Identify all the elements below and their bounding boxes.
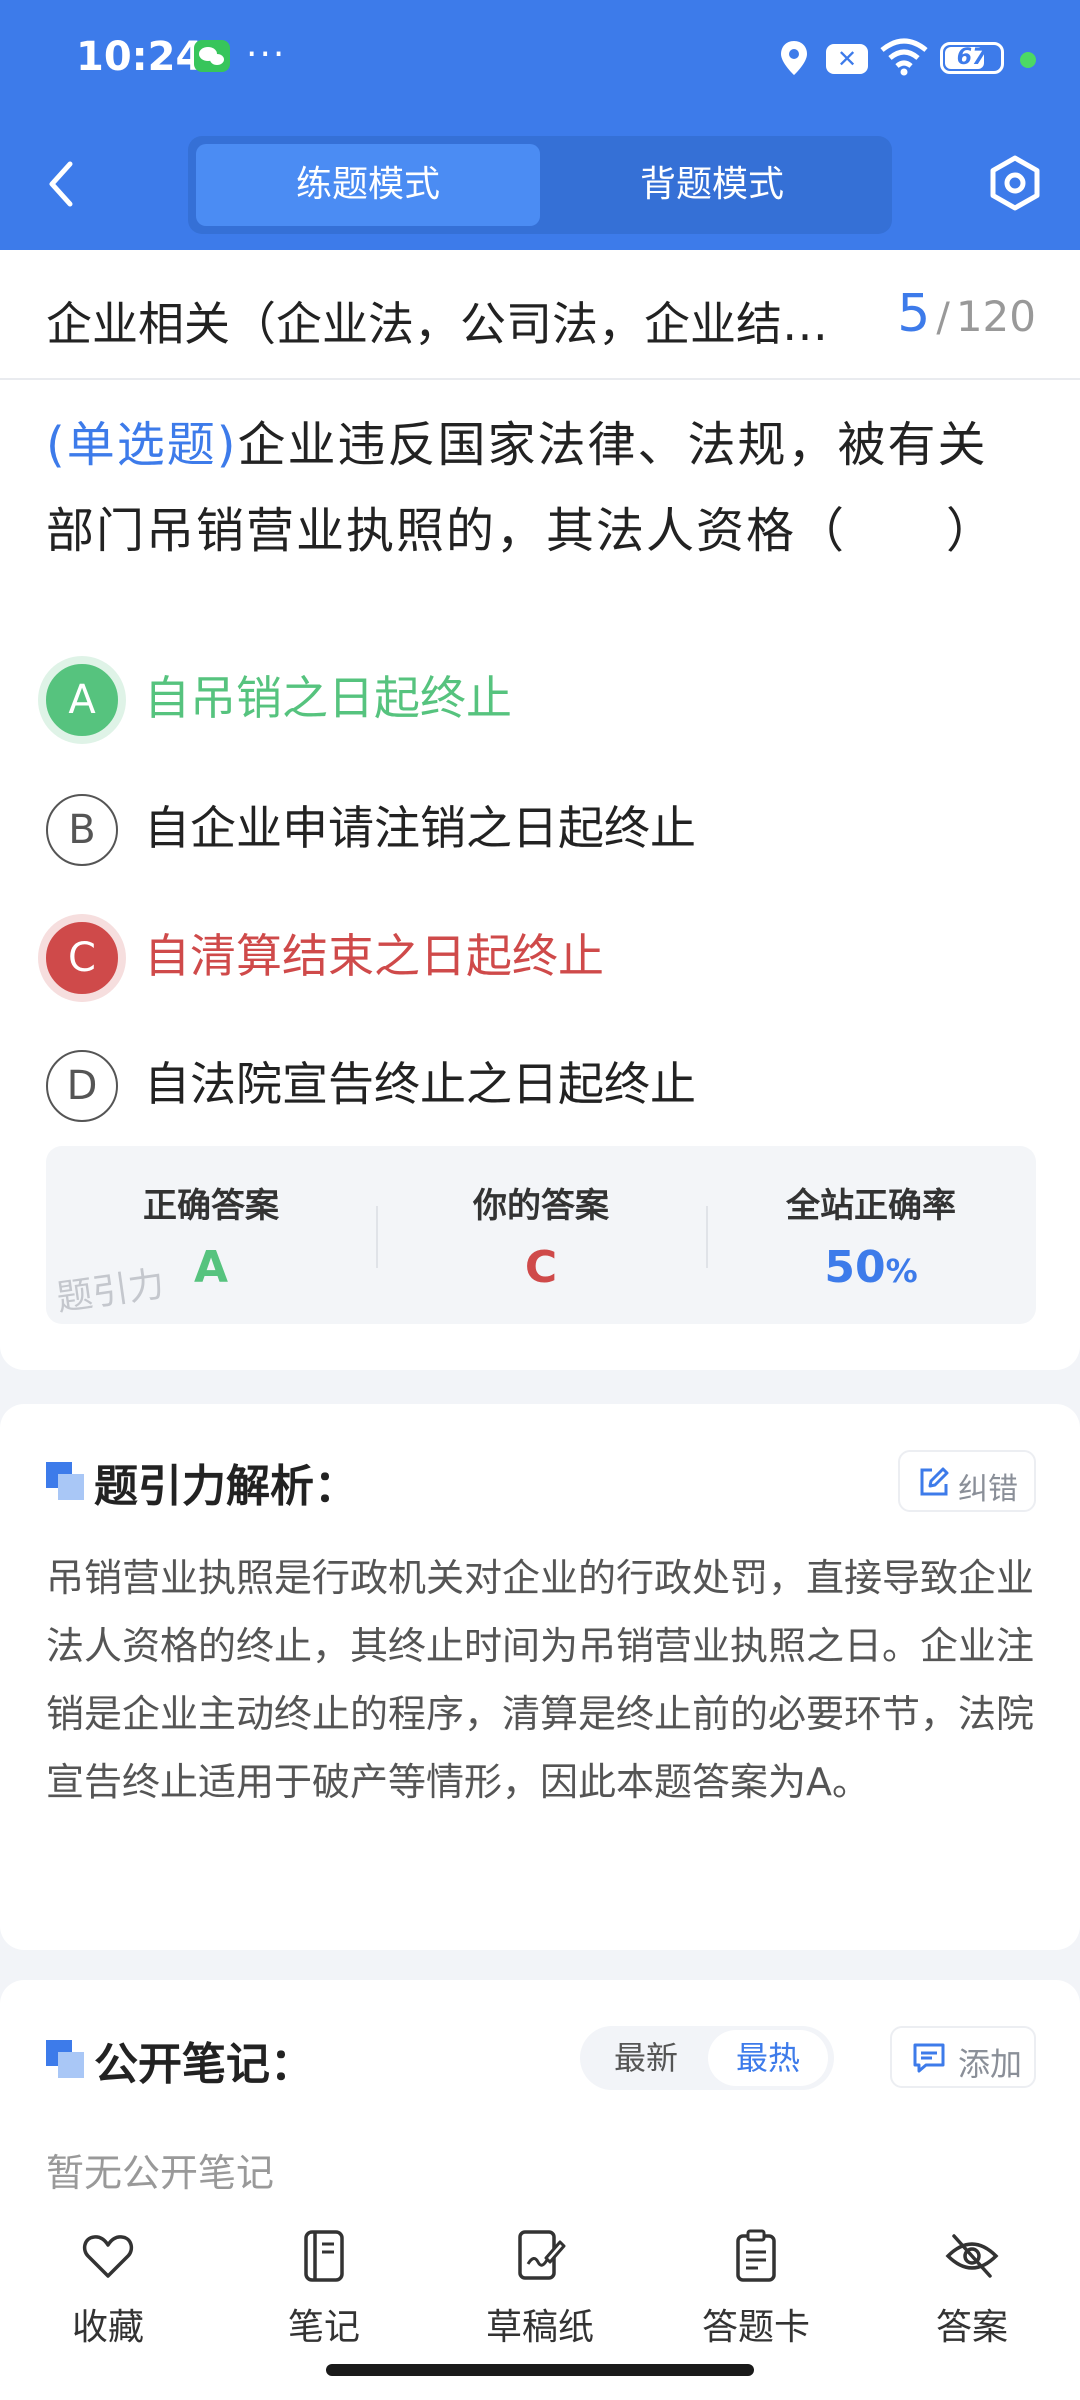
home-indicator[interactable] <box>326 2364 754 2376</box>
nav-draft[interactable]: 草稿纸 <box>450 2228 630 2368</box>
option-c[interactable]: C 自清算结束之日起终止 <box>46 912 1036 1002</box>
correct-answer-title: 正确答案 <box>143 1186 279 1226</box>
question-progress[interactable]: 5/120 <box>897 284 1036 344</box>
settings-icon[interactable] <box>986 154 1044 212</box>
sort-hottest[interactable]: 最热 <box>708 2030 828 2086</box>
chapter-title[interactable]: 企业相关（企业法，公司法，企业结… <box>46 288 866 354</box>
nav-label: 收藏 <box>71 2307 144 2348</box>
blocked-notification-icon: ✕ <box>826 44 868 74</box>
option-b[interactable]: B 自企业申请注销之日起终止 <box>46 784 1036 874</box>
question-stem: (单选题)企业违反国家法律、法规，被有关部门吊销营业执照的，其法人资格（ ） <box>46 402 1036 574</box>
nav-label: 答案 <box>935 2307 1008 2348</box>
section-icon <box>46 1462 84 1500</box>
progress-separator: / <box>936 295 950 341</box>
sort-newest[interactable]: 最新 <box>586 2030 706 2086</box>
accuracy-column: 全站正确率 50% <box>706 1146 1036 1324</box>
your-answer-column: 你的答案 C <box>376 1146 706 1324</box>
comment-icon <box>913 2043 945 2073</box>
your-answer-title: 你的答案 <box>473 1186 609 1226</box>
active-indicator-dot <box>1020 52 1036 68</box>
draft-icon <box>518 2230 566 2280</box>
tab-practice-mode[interactable]: 练题模式 <box>196 144 540 226</box>
analysis-title: 题引力解析： <box>94 1461 358 1512</box>
wechat-icon <box>194 40 230 72</box>
analysis-card: 题引力解析： 纠错 吊销营业执照是行政机关对企业的行政处罚，直接导致企业法人资格… <box>0 1404 1080 1950</box>
accuracy-title: 全站正确率 <box>786 1186 956 1226</box>
option-letter: D <box>46 1050 118 1122</box>
answer-card-icon <box>736 2229 776 2282</box>
wifi-icon <box>880 38 928 76</box>
eye-off-icon <box>945 2234 999 2278</box>
app-header: 10:24 ··· ✕ 67 练题模式 背题模式 <box>0 0 1080 250</box>
question-card: 企业相关（企业法，公司法，企业结… 5/120 (单选题)企业违反国家法律、法规… <box>0 250 1080 1370</box>
heart-icon <box>82 2235 134 2278</box>
status-time: 10:24 <box>76 34 204 80</box>
option-text: 自法院宣告终止之日起终止 <box>144 1057 696 1111</box>
option-text: 自清算结束之日起终止 <box>144 929 604 983</box>
location-icon <box>781 41 807 75</box>
option-letter: C <box>46 922 118 994</box>
notes-sort-switch: 最新 最热 <box>580 2026 834 2090</box>
option-letter: A <box>46 664 118 736</box>
accuracy-unit: % <box>885 1252 918 1290</box>
nav-label: 笔记 <box>287 2307 360 2348</box>
report-error-button[interactable]: 纠错 <box>898 1450 1036 1512</box>
option-text: 自吊销之日起终止 <box>144 671 512 725</box>
nav-notes[interactable]: 笔记 <box>234 2228 414 2368</box>
empty-notes-text: 暂无公开笔记 <box>46 2151 275 2195</box>
notes-title: 公开笔记： <box>94 2039 314 2090</box>
section-icon <box>46 2040 84 2078</box>
question-type: (单选题) <box>46 417 238 473</box>
add-note-button[interactable]: 添加 <box>890 2026 1036 2088</box>
notebook-icon <box>304 2230 344 2282</box>
tab-memorize-mode[interactable]: 背题模式 <box>540 144 884 226</box>
option-text: 自企业申请注销之日起终止 <box>144 801 696 855</box>
nav-answer-card[interactable]: 答题卡 <box>666 2228 846 2368</box>
accuracy-value: 50% <box>706 1242 1036 1293</box>
your-answer-value: C <box>524 1242 558 1293</box>
option-letter: B <box>46 794 118 866</box>
nav-label: 答题卡 <box>701 2307 810 2348</box>
accuracy-number: 50 <box>824 1242 886 1293</box>
battery-icon: 67 <box>940 42 1004 74</box>
back-button[interactable] <box>40 150 84 218</box>
more-notifications-icon: ··· <box>246 34 287 75</box>
add-note-label: 添加 <box>958 2045 1023 2083</box>
total-question-count: 120 <box>955 292 1036 341</box>
answer-summary: 正确答案 A 你的答案 C 全站正确率 50% 题引力 <box>46 1146 1036 1324</box>
mode-switch: 练题模式 背题模式 <box>188 136 892 234</box>
option-d[interactable]: D 自法院宣告终止之日起终止 <box>46 1040 1036 1130</box>
nav-label: 草稿纸 <box>485 2307 594 2348</box>
nav-favorite[interactable]: 收藏 <box>18 2228 198 2368</box>
status-bar: 10:24 ··· ✕ 67 <box>0 0 1080 120</box>
option-a[interactable]: A 自吊销之日起终止 <box>46 654 1036 744</box>
chapter-row: 企业相关（企业法，公司法，企业结… 5/120 <box>0 250 1080 380</box>
report-error-label: 纠错 <box>958 1472 1018 1507</box>
battery-level: 67 <box>956 45 988 70</box>
edit-icon <box>920 1467 949 1496</box>
nav-answer[interactable]: 答案 <box>882 2228 1062 2368</box>
analysis-text: 吊销营业执照是行政机关对企业的行政处罚，直接导致企业法人资格的终止，其终止时间为… <box>46 1556 1035 1804</box>
current-question-number: 5 <box>897 284 931 344</box>
